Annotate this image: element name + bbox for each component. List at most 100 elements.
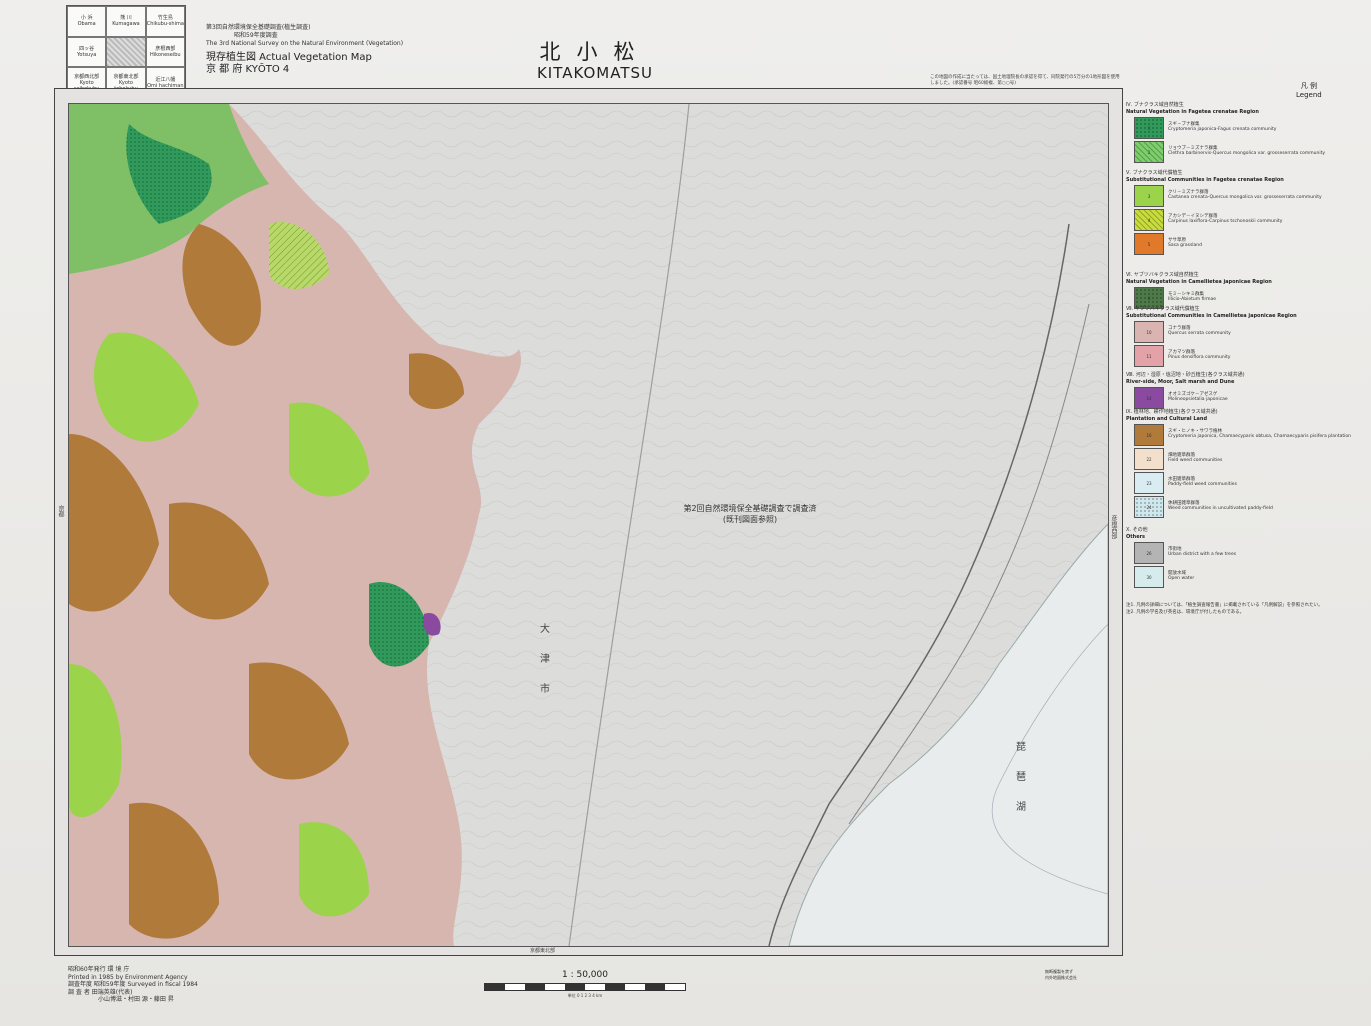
legend-item-label-en: Field weed communities (1168, 458, 1223, 463)
legend-group-title-jp: Ⅷ. 河辺・湿原・塩沼地・砂丘植生(各クラス域共通) (1126, 372, 1245, 378)
legend-item: 3 クリ－ミズナラ群落 Castanea crenata-Quercus mongo… (1134, 184, 1338, 208)
legend-item: 16 スギ・ヒノキ・サワラ植林 Cryptomeria japonica, Cham… (1134, 423, 1351, 447)
legend-group-title-en: Others (1126, 534, 1146, 540)
legend-group: Ⅹ. その他 Others 26 市街地 Urban district with a f… (1126, 527, 1338, 589)
legend-item-label-en: Urban district with a few trees (1168, 552, 1237, 557)
legend-item: 26 市街地 Urban district with a few trees (1134, 541, 1338, 565)
legend-swatch: 4 (1134, 209, 1164, 231)
legend-item-label-en: Castanea crenata-Quercus mongolica var. … (1168, 195, 1322, 200)
legend-item: 2 リョウブ－ミズナラ群集 Clethra barbinervis-Quercus … (1134, 140, 1338, 164)
legend-item: 14 オオミズゴケ－アゼスゲ Molineopsietalia japonicae (1134, 386, 1338, 410)
legend-group-title-jp: Ⅳ. ブナクラス域自然植生 (1126, 102, 1184, 108)
survey-name-en: The 3rd National Survey on the Natural E… (206, 40, 404, 47)
legend-item: 23 水田雑草群落 Paddy-field weed communities (1134, 471, 1338, 495)
legend-item-label-en: Cryptomeria japonica-Fagus crenata commu… (1168, 127, 1277, 132)
legend-group: Ⅷ. 河辺・湿原・塩沼地・砂丘植生(各クラス域共通) River-side, Mo… (1126, 372, 1338, 410)
legend-group: Ⅳ. ブナクラス域自然植生 Natural Vegetation in Faget… (1126, 102, 1338, 164)
city-label: 市 (540, 684, 550, 695)
surveyed-note: 第2回自然環境保全基礎調査で調査済 (既刊図面参照) (683, 504, 817, 524)
legend-group-title-en: Natural Vegetation in Fagetea crenatae R… (1126, 109, 1259, 115)
legend-swatch: 16 (1134, 424, 1164, 446)
legend-item-label-en: Paddy-field weed communities (1168, 482, 1237, 487)
legend-group-title-en: Substitutional Communities in Camelliete… (1126, 313, 1297, 319)
legend-group-title-jp: Ⅸ. 植林地、耕作地植生(各クラス域共通) (1126, 409, 1218, 415)
sheet-title-romaji: KITAKOMATSU (536, 64, 654, 82)
legend-group-title-en: Plantation and Cultural Land (1126, 416, 1208, 422)
survey-header: 第3回自然環境保全基礎調査(植生調査) 昭和59年度調査 The 3rd Nat… (206, 24, 466, 76)
scale-label: 1 : 50,000 (562, 970, 608, 980)
index-cell: 四ッ谷 Yotsuya (67, 36, 107, 68)
right-margin-label: 彦根西部 (1110, 515, 1117, 539)
legend-swatch: 22 (1134, 448, 1164, 470)
scale-block: 1 : 50,000 単位 0 1 2 3 4 km (470, 970, 700, 999)
prefecture-label: 京 都 府 KYŌTO 4 (206, 64, 290, 75)
legend-item: 5 ササ草原 Sasa grassland (1134, 232, 1338, 256)
city-label: 大 (540, 624, 550, 635)
legend-item-label-en: Carpinus laxiflora-Carpinus tschonoskii … (1168, 219, 1283, 224)
legend-swatch: 23 (1134, 472, 1164, 494)
legend-item: 11 アカマツ群落 Pinus densiflora community (1134, 344, 1338, 368)
legend-group: Ⅴ. ブナクラス域代償植生 Substitutional Communities … (1126, 170, 1338, 256)
index-cell: 彦根西部 Hikoneseibu (145, 36, 185, 68)
legend-group-title-en: Natural Vegetation in Camellietea japoni… (1126, 279, 1272, 285)
legend-group: Ⅵ. ヤブツバキクラス域自然植生 Natural Vegetation in Ca… (1126, 272, 1338, 310)
legend-panel: 凡 例 Legend Ⅳ. ブナクラス域自然植生 Natural Vegetati… (1126, 82, 1351, 642)
legend-group-title-jp: Ⅶ. ヤブツバキクラス域代償植生 (1126, 306, 1200, 312)
legend-group-title-en: River-side, Moor, Salt marsh and Dune (1126, 379, 1235, 385)
map-sheet: 小 浜 Obama 熊 川 Kumagawa 竹生島 Chikubu-shima 四ッ… (0, 0, 1371, 1026)
vegetation-map (69, 104, 1108, 946)
legend-item: 4 アカシデ－イヌシデ群落 Carpinus laxiflora-Carpinus … (1134, 208, 1338, 232)
legend-swatch: 3 (1134, 185, 1164, 207)
legend-group-title-jp: Ⅵ. ヤブツバキクラス域自然植生 (1126, 272, 1199, 278)
legend-swatch: 10 (1134, 321, 1164, 343)
legend-group: Ⅸ. 植林地、耕作地植生(各クラス域共通) Plantation and Cult… (1126, 409, 1351, 519)
legend-swatch: 1 (1134, 117, 1164, 139)
legend-item: 10 コナラ群落 Quercus serrata community (1134, 320, 1338, 344)
legend-swatch: 30 (1134, 566, 1164, 588)
legend-swatch: 5 (1134, 233, 1164, 255)
legend-item-label-en: Molineopsietalia japonicae (1168, 397, 1228, 402)
legend-swatch: 26 (1134, 542, 1164, 564)
legend-item-label-en: Illicio-Abietum firmae (1168, 297, 1217, 302)
legend-item: 1 スギ－ブナ群集 Cryptomeria japonica-Fagus crena… (1134, 116, 1338, 140)
index-cell-current (106, 36, 146, 68)
legend-item-label-en: Open water (1168, 576, 1195, 581)
index-sheet-grid: 小 浜 Obama 熊 川 Kumagawa 竹生島 Chikubu-shima 四ッ… (66, 5, 186, 99)
sheet-title: 北小松 KITAKOMATSU (520, 40, 670, 82)
index-cell: 小 浜 Obama (67, 6, 107, 37)
lake-label: 琵 (1016, 742, 1026, 753)
legend-item-label-en: Quercus serrata community (1168, 331, 1231, 336)
lake-label: 湖 (1016, 802, 1026, 813)
legend-item-label-en: Weed communities in uncultivated paddy-f… (1168, 506, 1273, 511)
legend-item-label-en: Pinus densiflora community (1168, 355, 1231, 360)
legend-group: Ⅶ. ヤブツバキクラス域代償植生 Substitutional Communiti… (1126, 306, 1338, 368)
map-type-title: 現存植生図 Actual Vegetation Map (206, 52, 372, 63)
legend-item: 30 開放水域 Open water (1134, 565, 1338, 589)
index-cell: 竹生島 Chikubu-shima (145, 6, 185, 37)
legend-swatch: 24 (1134, 496, 1164, 518)
legend-group-title-jp: Ⅴ. ブナクラス域代償植生 (1126, 170, 1183, 176)
legend-swatch: 2 (1134, 141, 1164, 163)
legend-item-label-en: Clethra barbinervis-Quercus mongolica va… (1168, 151, 1326, 156)
printer-info: 無断複製を禁ず 内外地図株式会社 (1045, 969, 1077, 980)
legend-group-title-en: Substitutional Communities in Fagetea cr… (1126, 177, 1284, 183)
scale-units: 単位 0 1 2 3 4 km (567, 993, 603, 998)
map-area (68, 103, 1109, 947)
city-label: 津 (540, 654, 550, 665)
legend-swatch: 14 (1134, 387, 1164, 409)
index-cell: 熊 川 Kumagawa (106, 6, 146, 37)
legend-group-title-jp: Ⅹ. その他 (1126, 527, 1148, 533)
publication-info: 昭和60年発行 環 境 庁 Printed in 1985 by Environ… (68, 966, 198, 1003)
legend-item-label-en: Sasa grassland (1168, 243, 1203, 248)
copyright-note: この地図の作成に当たっては、国土地理院長の承認を得て、同院発行の5万分の1地形図… (930, 75, 1120, 86)
legend-item: 24 休耕田雑草群落 Weed communities in uncultivate… (1134, 495, 1338, 519)
lake-label: 琶 (1016, 772, 1026, 783)
legend-swatch: 11 (1134, 345, 1164, 367)
left-margin-label: 京都 (57, 505, 64, 517)
survey-name: 第3回自然環境保全基礎調査(植生調査) (206, 24, 311, 31)
sheet-title-jp: 北小松 (539, 40, 651, 64)
survey-year: 昭和59年度調査 (234, 32, 278, 39)
legend-item: 22 畑地雑草群落 Field weed communities (1134, 447, 1338, 471)
legend-notes: 注1. 凡例の詳細については、「植生調査報告書」に掲載されている「凡例解説」を参… (1126, 603, 1323, 615)
scale-bar (484, 983, 686, 991)
